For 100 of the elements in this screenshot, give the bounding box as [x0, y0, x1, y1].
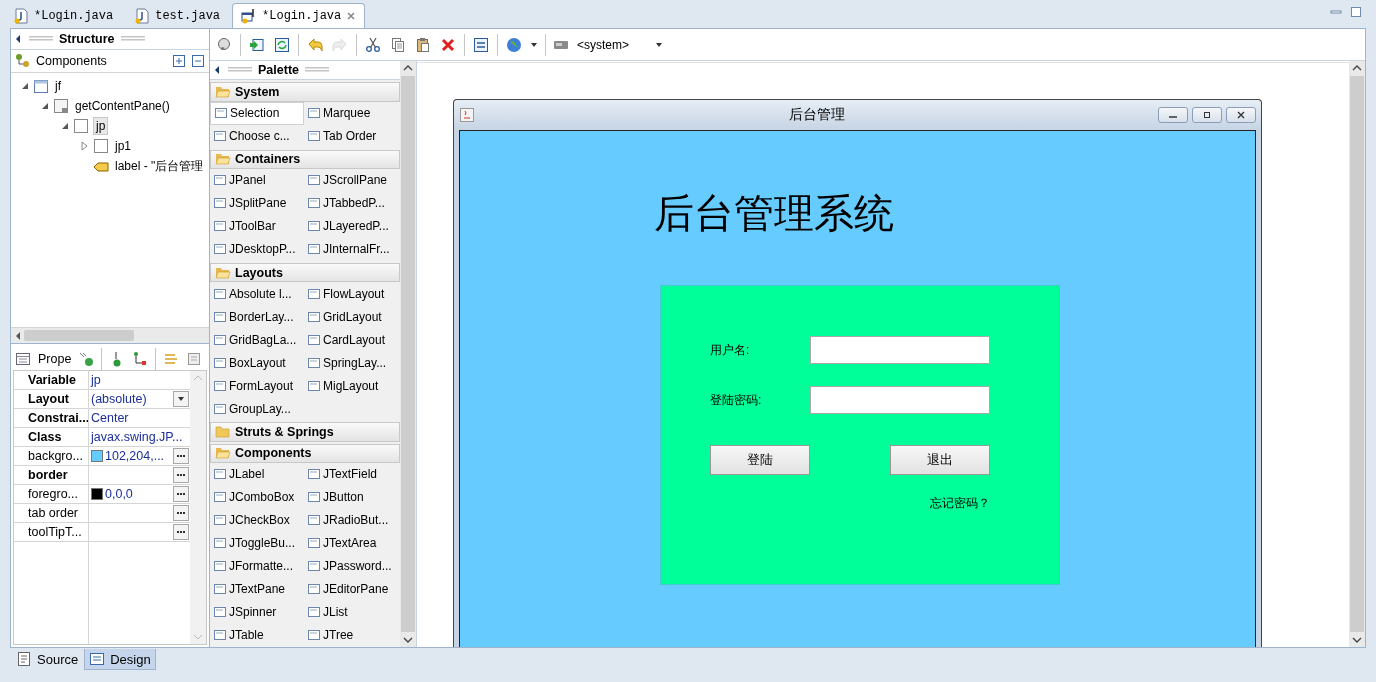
caret-icon — [655, 41, 664, 48]
ellipsis-button[interactable] — [173, 448, 189, 464]
tree-item[interactable]: jp1 — [113, 138, 133, 154]
palette-item[interactable]: Absolute l... — [210, 282, 304, 306]
palette-item[interactable]: JTextField — [304, 463, 398, 486]
bubble-icon — [216, 36, 232, 53]
input-field[interactable] — [810, 386, 990, 414]
tree-item[interactable]: jf — [53, 78, 63, 94]
collapse-arrow-icon — [214, 65, 222, 76]
editor-tab[interactable]: test.java — [125, 3, 230, 28]
form-button[interactable] — [472, 35, 490, 54]
collapsed-arrow-icon[interactable] — [79, 140, 89, 152]
palette-item[interactable]: JEditorPane — [304, 578, 398, 601]
palette-item[interactable]: JToolBar — [210, 214, 304, 238]
palette-group[interactable]: Layouts — [210, 262, 400, 283]
palette-item[interactable]: JTable — [210, 624, 304, 647]
palette-item[interactable]: BorderLay... — [210, 305, 304, 329]
ellipsis-button[interactable] — [173, 505, 189, 521]
redo-icon — [332, 36, 348, 53]
vertical-scrollbar[interactable] — [190, 371, 206, 644]
palette-item[interactable]: GroupLay... — [210, 397, 304, 421]
ellipsis-button[interactable] — [173, 467, 189, 483]
palette-item[interactable]: JToggleBu... — [210, 532, 304, 555]
window-title: 后台管理 — [787, 106, 846, 124]
property-value[interactable]: 102,204,... — [105, 449, 165, 463]
palette-group[interactable]: System — [210, 82, 400, 102]
palette-group[interactable]: Components — [210, 443, 400, 463]
maximize-button[interactable] — [1192, 107, 1222, 123]
property-value[interactable]: jp — [91, 373, 101, 387]
input-field[interactable] — [810, 336, 990, 364]
palette-item[interactable]: BoxLayout — [210, 351, 304, 375]
palette-item[interactable]: JTextPane — [210, 578, 304, 601]
palette-item[interactable]: JSpinner — [210, 601, 304, 624]
refresh-button[interactable] — [273, 35, 291, 54]
palette-item[interactable]: JComboBox — [210, 486, 304, 509]
property-value[interactable]: (absolute) — [91, 392, 147, 406]
palette-item[interactable]: Selection — [210, 101, 304, 125]
scroll-up-icon — [193, 374, 203, 382]
editor-mode-tab[interactable]: Design — [84, 649, 156, 670]
palette-item[interactable]: JButton — [304, 486, 398, 509]
minimize-button[interactable] — [1158, 107, 1188, 123]
palette-item[interactable]: MigLayout — [304, 374, 398, 398]
palette-item[interactable]: CardLayout — [304, 328, 398, 352]
close-button[interactable] — [1226, 107, 1256, 123]
editor-tab[interactable]: *Login.java — [232, 3, 366, 28]
property-value[interactable]: 0,0,0 — [105, 487, 133, 501]
file-icon — [13, 8, 29, 24]
copy-button[interactable] — [389, 35, 407, 54]
palette-item[interactable]: Marquee — [304, 101, 398, 125]
property-value[interactable]: Center — [91, 411, 129, 425]
palette-item[interactable]: SpringLay... — [304, 351, 398, 375]
action-button[interactable]: 登陆 — [710, 445, 810, 475]
editor-mode-tab[interactable]: Source — [12, 649, 83, 669]
vertical-scrollbar[interactable] — [400, 61, 416, 647]
property-value[interactable]: javax.swing.JP... — [91, 430, 183, 444]
palette-item[interactable]: JRadioBut... — [304, 509, 398, 532]
tree-item[interactable]: label - "后台管理 — [113, 156, 206, 176]
palette-item[interactable]: JCheckBox — [210, 509, 304, 532]
palette-item[interactable]: JScrollPane — [304, 168, 398, 192]
clipboard-button[interactable] — [414, 35, 432, 54]
palette-item[interactable]: JPanel — [210, 168, 304, 192]
ellipsis-button[interactable] — [173, 486, 189, 502]
open-folder-icon — [215, 445, 231, 462]
palette-item[interactable]: JTabbedP... — [304, 191, 398, 215]
palette-item[interactable]: JDesktopP... — [210, 237, 304, 261]
palette-item[interactable]: JTextArea — [304, 532, 398, 555]
caret-icon — [177, 396, 185, 402]
palette-item[interactable]: JLayeredP... — [304, 214, 398, 238]
palette-item[interactable]: Tab Order — [304, 124, 398, 148]
scroll-down-icon — [193, 633, 203, 641]
scissors-button[interactable] — [364, 35, 382, 54]
panel-icon — [93, 138, 109, 154]
forgot-password-link[interactable]: 忘记密码？ — [930, 495, 990, 512]
palette-item[interactable]: JList — [304, 601, 398, 624]
grip-icon — [228, 66, 252, 75]
tree-item[interactable]: jp — [93, 117, 109, 135]
tree-item[interactable]: getContentPane() — [73, 98, 172, 114]
palette-item[interactable]: JSplitPane — [210, 191, 304, 215]
palette-item[interactable]: JTree — [304, 624, 398, 647]
palette-item[interactable]: JInternalFr... — [304, 237, 398, 261]
horizontal-scrollbar[interactable] — [11, 327, 209, 343]
palette-item[interactable]: GridLayout — [304, 305, 398, 329]
grip-icon — [29, 35, 53, 43]
panel-icon — [53, 98, 69, 114]
dropdown-button[interactable] — [173, 391, 189, 407]
palette-item[interactable]: FlowLayout — [304, 282, 398, 306]
palette-item[interactable]: JPassword... — [304, 555, 398, 578]
palette-group[interactable]: Struts & Springs — [210, 422, 400, 442]
palette-item[interactable]: GridBagLa... — [210, 328, 304, 352]
ellipsis-button[interactable] — [173, 524, 189, 540]
palette-item[interactable]: Choose c... — [210, 124, 304, 148]
vertical-scrollbar[interactable] — [1349, 61, 1365, 647]
locale-dropdown[interactable]: <system> — [553, 36, 670, 53]
globe-button[interactable] — [505, 35, 523, 54]
palette-group[interactable]: Containers — [210, 149, 400, 169]
palette-item[interactable]: JLabel — [210, 463, 304, 486]
palette-item[interactable]: FormLayout — [210, 374, 304, 398]
action-button[interactable]: 退出 — [890, 445, 990, 475]
palette-item[interactable]: JFormatte... — [210, 555, 304, 578]
editor-tab[interactable]: *Login.java — [4, 3, 123, 28]
